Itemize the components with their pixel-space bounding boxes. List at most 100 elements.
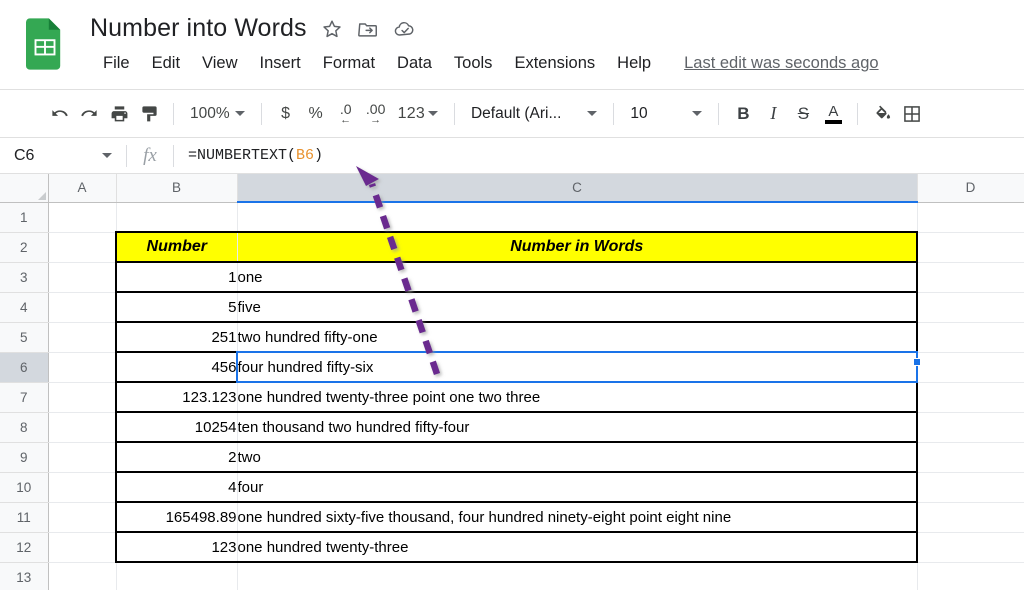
row-header-5[interactable]: 5 <box>0 322 48 352</box>
cell-d10[interactable] <box>917 472 1024 502</box>
menu-item-data[interactable]: Data <box>386 52 443 75</box>
cell-a3[interactable] <box>48 262 116 292</box>
fill-color-icon[interactable] <box>867 99 897 129</box>
row-header-1[interactable]: 1 <box>0 202 48 232</box>
cell-c4[interactable]: five <box>237 292 917 322</box>
increase-decimal-button[interactable]: .00 → <box>361 99 391 129</box>
last-edit-status[interactable]: Last edit was seconds ago <box>684 54 878 73</box>
row-header-9[interactable]: 9 <box>0 442 48 472</box>
cell-c3[interactable]: one <box>237 262 917 292</box>
cell-d1[interactable] <box>917 202 1024 232</box>
cell-b5[interactable]: 251 <box>116 322 237 352</box>
bold-button[interactable]: B <box>728 99 758 129</box>
cell-d12[interactable] <box>917 532 1024 562</box>
undo-icon[interactable] <box>44 99 74 129</box>
cell-a5[interactable] <box>48 322 116 352</box>
cell-b4[interactable]: 5 <box>116 292 237 322</box>
column-header-b[interactable]: B <box>116 174 237 202</box>
menu-item-extensions[interactable]: Extensions <box>503 52 606 75</box>
cell-b6[interactable]: 456 <box>116 352 237 382</box>
cell-d5[interactable] <box>917 322 1024 352</box>
decrease-decimal-button[interactable]: .0 ← <box>331 99 361 129</box>
paint-format-icon[interactable] <box>134 99 164 129</box>
cell-c2[interactable]: Number in Words <box>237 232 917 262</box>
page-title[interactable]: Number into Words <box>90 14 307 43</box>
row-header-11[interactable]: 11 <box>0 502 48 532</box>
currency-format-button[interactable]: $ <box>271 99 301 129</box>
cell-a7[interactable] <box>48 382 116 412</box>
cell-d13[interactable] <box>917 562 1024 590</box>
chevron-down-icon[interactable] <box>102 153 112 158</box>
column-header-a[interactable]: A <box>48 174 116 202</box>
cell-d4[interactable] <box>917 292 1024 322</box>
cell-b9[interactable]: 2 <box>116 442 237 472</box>
cell-d8[interactable] <box>917 412 1024 442</box>
cell-a9[interactable] <box>48 442 116 472</box>
menu-item-tools[interactable]: Tools <box>443 52 504 75</box>
cell-b1[interactable] <box>116 202 237 232</box>
cell-a12[interactable] <box>48 532 116 562</box>
column-header-c[interactable]: C <box>237 174 917 202</box>
menu-item-format[interactable]: Format <box>312 52 386 75</box>
cell-b2[interactable]: Number <box>116 232 237 262</box>
row-header-6[interactable]: 6 <box>0 352 48 382</box>
more-formats-selector[interactable]: 123 <box>391 99 445 129</box>
strikethrough-button[interactable]: S <box>788 99 818 129</box>
cell-d2[interactable] <box>917 232 1024 262</box>
cell-c8[interactable]: ten thousand two hundred fifty-four <box>237 412 917 442</box>
cell-c9[interactable]: two <box>237 442 917 472</box>
row-header-4[interactable]: 4 <box>0 292 48 322</box>
cell-b3[interactable]: 1 <box>116 262 237 292</box>
menu-item-view[interactable]: View <box>191 52 248 75</box>
column-header-d[interactable]: D <box>917 174 1024 202</box>
cell-b13[interactable] <box>116 562 237 590</box>
formula-input[interactable]: =NUMBERTEXT(B6) <box>174 147 1024 164</box>
cell-a4[interactable] <box>48 292 116 322</box>
menu-item-edit[interactable]: Edit <box>141 52 191 75</box>
cell-d9[interactable] <box>917 442 1024 472</box>
cell-a6[interactable] <box>48 352 116 382</box>
star-icon[interactable] <box>321 18 343 40</box>
cell-a2[interactable] <box>48 232 116 262</box>
cell-a11[interactable] <box>48 502 116 532</box>
menu-item-insert[interactable]: Insert <box>249 52 312 75</box>
cell-d6[interactable] <box>917 352 1024 382</box>
font-family-selector[interactable]: Default (Ari... <box>464 99 604 129</box>
percent-format-button[interactable]: % <box>301 99 331 129</box>
italic-button[interactable]: I <box>758 99 788 129</box>
select-all-corner[interactable] <box>0 174 48 202</box>
cell-c11[interactable]: one hundred sixty-five thousand, four hu… <box>237 502 917 532</box>
cell-c6[interactable]: four hundred fifty-six <box>237 352 917 382</box>
menu-item-help[interactable]: Help <box>606 52 662 75</box>
cell-b10[interactable]: 4 <box>116 472 237 502</box>
cloud-saved-icon[interactable] <box>393 18 415 40</box>
borders-icon[interactable] <box>897 99 927 129</box>
print-icon[interactable] <box>104 99 134 129</box>
cell-a8[interactable] <box>48 412 116 442</box>
cell-d11[interactable] <box>917 502 1024 532</box>
cell-b8[interactable]: 10254 <box>116 412 237 442</box>
font-size-selector[interactable]: 10 <box>623 99 709 129</box>
name-box[interactable]: C6 <box>0 138 126 173</box>
cell-d7[interactable] <box>917 382 1024 412</box>
cell-b12[interactable]: 123 <box>116 532 237 562</box>
cell-a10[interactable] <box>48 472 116 502</box>
fill-handle[interactable] <box>913 358 921 366</box>
row-header-10[interactable]: 10 <box>0 472 48 502</box>
move-to-folder-icon[interactable] <box>357 18 379 40</box>
cell-b11[interactable]: 165498.89 <box>116 502 237 532</box>
redo-icon[interactable] <box>74 99 104 129</box>
cell-c13[interactable] <box>237 562 917 590</box>
cell-c12[interactable]: one hundred twenty-three <box>237 532 917 562</box>
cell-b7[interactable]: 123.123 <box>116 382 237 412</box>
zoom-selector[interactable]: 100% <box>183 99 252 129</box>
text-color-button[interactable]: A <box>818 99 848 129</box>
cell-d3[interactable] <box>917 262 1024 292</box>
row-header-3[interactable]: 3 <box>0 262 48 292</box>
cell-c10[interactable]: four <box>237 472 917 502</box>
row-header-12[interactable]: 12 <box>0 532 48 562</box>
row-header-13[interactable]: 13 <box>0 562 48 590</box>
row-header-2[interactable]: 2 <box>0 232 48 262</box>
cell-c1[interactable] <box>237 202 917 232</box>
cell-a13[interactable] <box>48 562 116 590</box>
